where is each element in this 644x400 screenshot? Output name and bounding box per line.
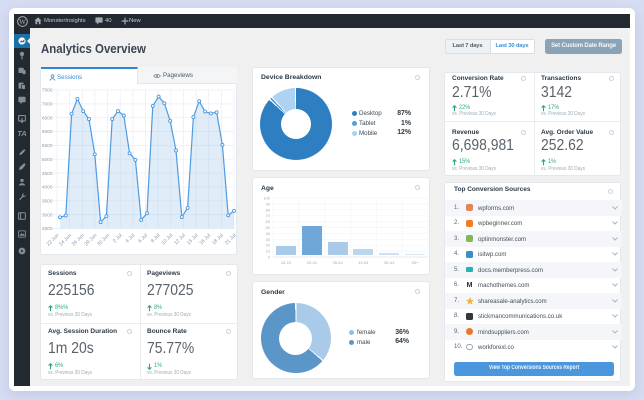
svg-text:5000: 5000 (42, 157, 53, 163)
svg-text:7000: 7000 (42, 102, 53, 108)
svg-text:10 Jul: 10 Jul (161, 233, 175, 247)
svg-text:20: 20 (266, 243, 271, 248)
svg-text:2 Jul: 2 Jul (112, 233, 124, 245)
svg-text:6500: 6500 (42, 115, 53, 121)
svg-text:6000: 6000 (42, 129, 53, 135)
svg-text:10: 10 (266, 249, 271, 254)
svg-text:3500: 3500 (42, 199, 53, 205)
svg-text:28 Jun: 28 Jun (83, 233, 98, 248)
svg-text:35-44: 35-44 (332, 260, 343, 265)
svg-text:100: 100 (263, 196, 270, 201)
svg-text:70: 70 (266, 213, 271, 218)
svg-text:3000: 3000 (42, 212, 53, 218)
svg-text:22 Jun: 22 Jun (46, 233, 61, 248)
svg-text:26 Jun: 26 Jun (71, 233, 86, 248)
svg-text:18-24: 18-24 (281, 260, 292, 265)
svg-text:5500: 5500 (42, 143, 53, 149)
svg-text:25-34: 25-34 (307, 260, 318, 265)
svg-text:TA: TA (17, 129, 26, 138)
svg-text:50: 50 (266, 225, 271, 230)
svg-text:24 Jun: 24 Jun (58, 233, 73, 248)
svg-text:40: 40 (266, 231, 271, 236)
svg-text:60: 60 (266, 219, 271, 224)
svg-text:W: W (19, 16, 26, 25)
svg-text:4 Jul: 4 Jul (125, 233, 137, 245)
svg-text:16 Jul: 16 Jul (198, 233, 212, 247)
svg-text:4000: 4000 (42, 185, 53, 191)
svg-text:4500: 4500 (42, 171, 53, 177)
svg-text:0: 0 (268, 255, 271, 260)
svg-text:14 Jul: 14 Jul (186, 233, 200, 247)
svg-text:45-54: 45-54 (358, 260, 369, 265)
svg-text:6 Jul: 6 Jul (137, 233, 149, 245)
svg-text:80: 80 (266, 207, 271, 212)
svg-text:21 Jul: 21 Jul (224, 233, 238, 247)
svg-text:7500: 7500 (42, 88, 53, 94)
svg-text:30 Jun: 30 Jun (96, 233, 111, 248)
svg-text:65+: 65+ (412, 260, 419, 265)
svg-text:55-64: 55-64 (384, 260, 395, 265)
svg-text:30: 30 (266, 237, 271, 242)
svg-text:18 Jul: 18 Jul (211, 233, 225, 247)
svg-text:12 Jul: 12 Jul (173, 233, 187, 247)
svg-text:90: 90 (266, 201, 271, 206)
svg-text:2500: 2500 (42, 226, 53, 232)
